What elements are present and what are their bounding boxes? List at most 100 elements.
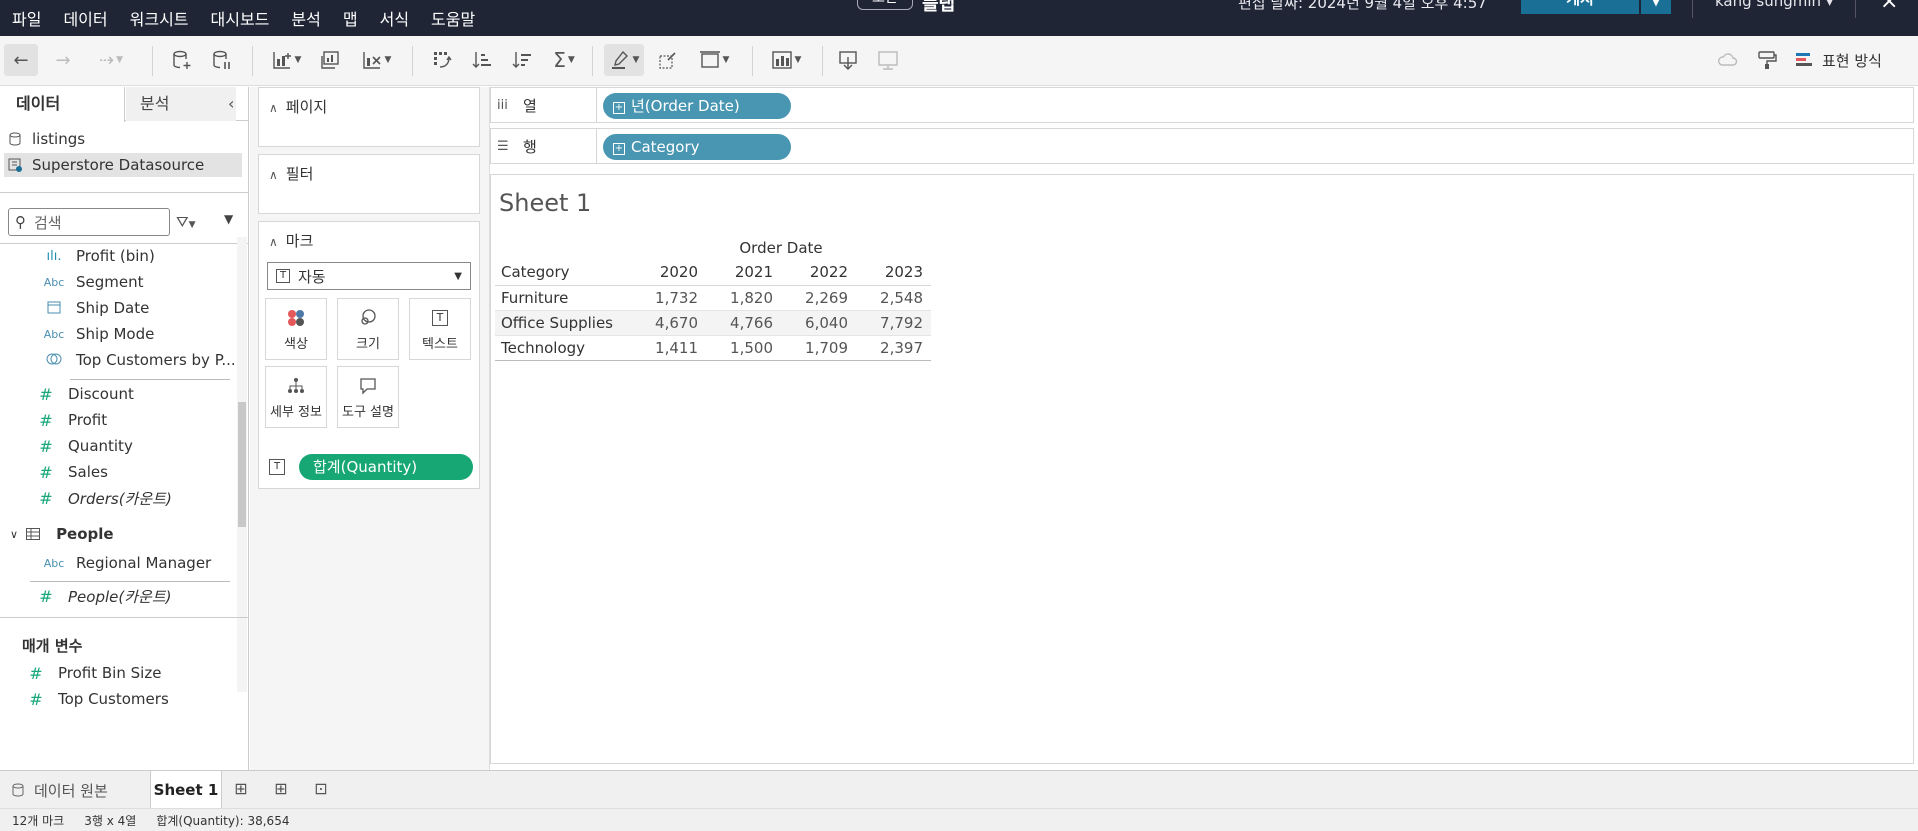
value-cell[interactable]: 4,766 [706,309,781,335]
format-painter-button[interactable] [1752,44,1782,76]
pages-card[interactable]: ∧ 페이지 [258,87,480,147]
field-discount[interactable]: # Discount [30,382,134,406]
year-header[interactable]: 2021 [706,260,781,286]
value-cell[interactable]: 4,670 [631,309,706,335]
parameter-top-customers[interactable]: # Top Customers [20,687,168,711]
menu-map[interactable]: 맵 [343,6,358,30]
scrollbar-thumb[interactable] [238,402,246,527]
pause-updates-button[interactable] [206,44,238,76]
tooltip-button[interactable]: 도구 설명 [337,366,399,428]
field-people-count[interactable]: # People(카운트) [30,584,171,608]
detail-button[interactable]: 세부 정보 [265,366,327,428]
value-cell[interactable]: 2,548 [856,284,931,310]
value-cell[interactable]: 2,397 [856,334,931,361]
field-orders-count[interactable]: # Orders(카운트) [30,486,172,510]
field-segment[interactable]: Abc Segment [38,270,144,294]
highlight-button[interactable]: ▼ [604,44,644,76]
text-button[interactable]: T 텍스트 [409,298,471,360]
sort-ascending-button[interactable] [466,44,498,76]
text-encoding-icon[interactable]: T [269,459,285,475]
year-order-date-pill[interactable]: + 년(Order Date) [603,93,791,119]
fit-view-button[interactable]: ▼ [764,44,808,76]
sort-descending-button[interactable] [506,44,538,76]
field-quantity[interactable]: # Quantity [30,434,133,458]
publish-dropdown-button[interactable]: ▼ [1641,0,1671,14]
publish-button[interactable]: 게시 [1521,0,1639,14]
new-dashboard-tab-icon[interactable]: ⊞ [266,779,296,801]
tab-data[interactable]: 데이터 [0,87,125,122]
year-header[interactable]: 2023 [856,260,931,286]
year-header[interactable]: 2020 [631,260,706,286]
collapse-pane-icon[interactable]: ‹ [228,87,234,121]
field-regional-manager[interactable]: Abc Regional Manager [38,551,212,575]
user-menu[interactable]: kang sungmin ▾ [1692,0,1833,18]
col-group-header[interactable]: Order Date [631,235,931,260]
totals-button[interactable]: Σ ▼ [546,44,582,76]
presentation-button[interactable] [872,44,904,76]
filter-fields-icon[interactable]: ⛛▼ [176,213,196,231]
show-me-button[interactable]: 표현 방식 [1796,50,1882,71]
value-cell[interactable]: 1,820 [706,284,781,310]
parameter-profit-bin-size[interactable]: # Profit Bin Size [20,661,161,685]
category-cell[interactable]: Furniture [495,284,631,310]
value-cell[interactable]: 1,411 [631,334,706,361]
value-cell[interactable]: 1,500 [706,334,781,361]
filters-card[interactable]: ∧ 필터 [258,154,480,214]
worksheet-canvas[interactable]: Sheet 1 Order Date Category 2020 2021 20… [490,174,1914,764]
pane-menu-icon[interactable]: ▼ [224,212,233,226]
field-ship-date[interactable]: Ship Date [38,296,149,320]
field-ship-mode[interactable]: Abc Ship Mode [38,322,155,346]
field-top-customers-set[interactable]: Top Customers by P... [38,348,236,372]
fix-axes-button[interactable]: ▼ [692,44,736,76]
edit-labels-button[interactable] [652,44,684,76]
size-button[interactable]: 크기 [337,298,399,360]
tab-analysis[interactable]: 분석 [126,87,236,121]
value-cell[interactable]: 1,732 [631,284,706,310]
tab-sheet-1[interactable]: Sheet 1 [150,771,222,809]
value-cell[interactable]: 7,792 [856,309,931,335]
value-cell[interactable]: 1,709 [781,334,856,361]
field-search-input[interactable]: ⚲ 검색 [8,208,170,236]
datasource-listings[interactable]: listings [0,127,85,151]
replay-button[interactable]: ⇢ ▼ [86,44,136,76]
value-cell[interactable]: 2,269 [781,284,856,310]
field-profit[interactable]: # Profit [30,408,107,432]
new-worksheet-tab-icon[interactable]: ⊞ [226,779,256,801]
rows-shelf[interactable]: ☰ 행 + Category [490,128,1914,164]
new-worksheet-button[interactable]: ▼ [266,44,306,76]
menu-help[interactable]: 도움말 [431,6,475,30]
cloud-share-button[interactable] [1712,44,1742,76]
redo-button[interactable]: → [48,44,78,76]
menu-analysis[interactable]: 분석 [291,6,320,30]
field-profit-bin[interactable]: ılı. Profit (bin) [38,244,155,268]
menu-file[interactable]: 파일 [12,6,41,30]
expand-plus-icon[interactable]: + [613,143,625,155]
datasource-superstore[interactable]: Superstore Datasource [4,153,242,177]
row-header[interactable]: Category [495,260,631,286]
category-pill[interactable]: + Category [603,134,791,160]
folder-people[interactable]: ∨ People [10,525,114,543]
value-cell[interactable]: 6,040 [781,309,856,335]
close-icon[interactable]: × [1855,0,1898,18]
tab-data-source[interactable]: 데이터 원본 [0,771,150,809]
menu-data[interactable]: 데이터 [63,6,107,30]
menu-format[interactable]: 서식 [380,6,409,30]
category-cell[interactable]: Technology [495,334,631,361]
clear-sheet-button[interactable]: ▼ [354,44,398,76]
duplicate-sheet-button[interactable] [314,44,346,76]
new-datasource-button[interactable] [166,44,198,76]
sum-quantity-pill[interactable]: 합계(Quantity) [299,454,473,480]
menu-worksheet[interactable]: 워크시트 [130,6,189,30]
year-header[interactable]: 2022 [781,260,856,286]
expand-plus-icon[interactable]: + [613,102,625,114]
field-sales[interactable]: # Sales [30,460,108,484]
download-button[interactable] [832,44,864,76]
swap-rows-columns-button[interactable] [426,44,458,76]
category-cell[interactable]: Office Supplies [495,309,631,335]
color-button[interactable]: 색상 [265,298,327,360]
new-story-tab-icon[interactable]: ⊡ [306,779,336,801]
menu-dashboard[interactable]: 대시보드 [211,6,270,30]
mark-type-select[interactable]: T 자동 ▼ [267,262,471,290]
columns-shelf[interactable]: iii 열 + 년(Order Date) [490,87,1914,123]
undo-back-button[interactable]: ← [4,44,38,76]
